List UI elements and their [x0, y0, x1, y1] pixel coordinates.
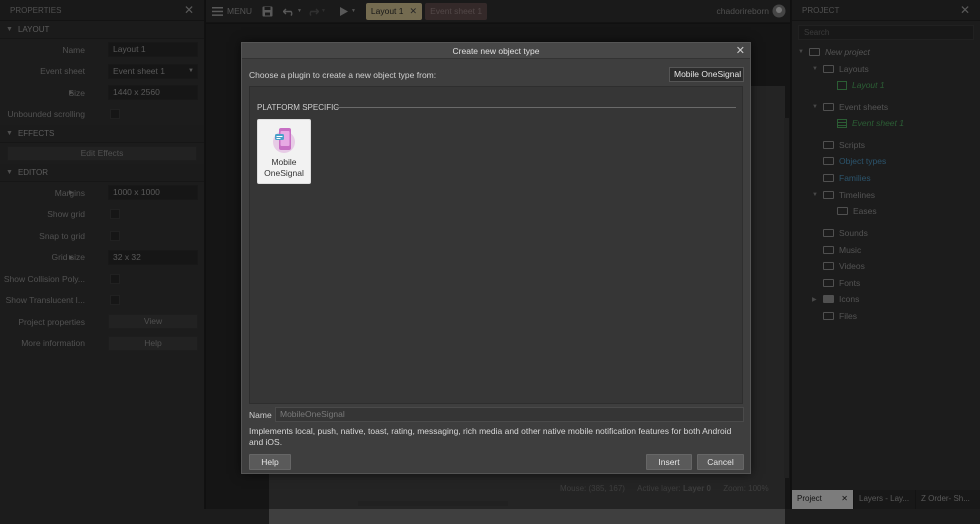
close-icon[interactable]: ✕ — [736, 43, 745, 59]
dialog-title: Create new object type — [452, 46, 540, 56]
notification-phone-icon — [271, 125, 297, 155]
plugin-name-line2: OneSignal — [264, 168, 304, 178]
plugin-description: Implements local, push, native, toast, r… — [249, 426, 732, 447]
plugin-name-line1: Mobile — [271, 157, 297, 167]
dialog-prompt: Choose a plugin to create a new object t… — [249, 70, 437, 80]
name-label: Name — [249, 410, 272, 420]
category-divider — [336, 107, 736, 108]
category-label: PLATFORM SPECIFIC — [257, 103, 340, 112]
plugin-search-input[interactable]: Mobile OneSignal — [669, 67, 744, 82]
plugin-list[interactable]: PLATFORM SPECIFIC Mobile OneSignal — [249, 86, 743, 404]
cancel-button[interactable]: Cancel — [697, 454, 744, 470]
dialog-title-bar: Create new object type ✕ — [242, 43, 750, 59]
plugin-mobile-onesignal[interactable]: Mobile OneSignal — [257, 119, 311, 184]
help-button[interactable]: Help — [249, 454, 291, 470]
create-object-dialog: Create new object type ✕ Choose a plugin… — [241, 42, 751, 474]
object-name-input[interactable]: MobileOneSignal — [275, 407, 744, 422]
insert-button[interactable]: Insert — [646, 454, 692, 470]
